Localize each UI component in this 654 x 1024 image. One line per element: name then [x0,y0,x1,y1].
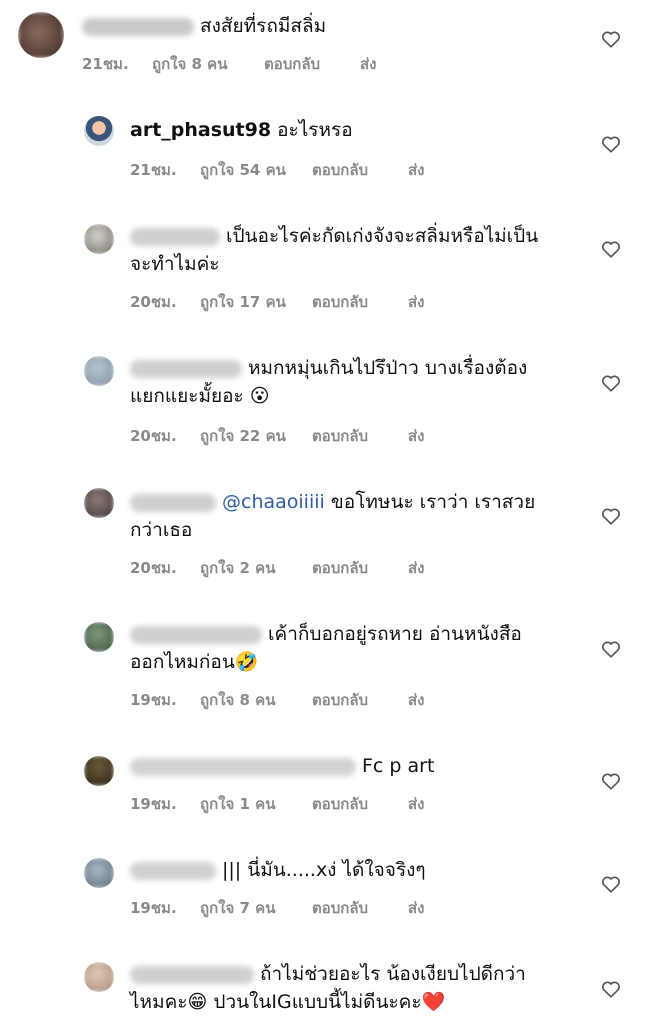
timestamp: 19ชม. [130,691,177,709]
username-redacted[interactable] [130,757,356,776]
like-count[interactable]: ถูกใจ 1 คน [200,792,312,816]
username-redacted[interactable] [130,965,254,984]
comment-meta: 21ชม. ถูกใจ 54 คน ตอบกลับ ส่ง [130,158,424,182]
timestamp: 20ชม. [130,293,177,311]
avatar[interactable] [84,756,114,786]
emoji: ❤️ [421,991,446,1013]
comment-text: ถ้าไม่ช่วยอะไร น้องเงียบไปดีกว่า ไหมคะ😁 … [130,963,526,1013]
username-redacted[interactable] [130,861,216,880]
comment-text: @chaaoiiiii ขอโทษนะ เราว่า เราสวย กว่าเธอ [130,491,536,541]
avatar[interactable] [84,116,114,146]
reply-button[interactable]: ตอบกลับ [312,556,408,580]
like-count[interactable]: ถูกใจ 17 คน [200,290,312,314]
avatar[interactable] [18,12,64,58]
timestamp: 19ชม. [130,795,177,813]
heart-icon[interactable] [600,28,622,50]
comment-text: หมกหมุ่นเกินไปรึป่าว บางเรื่องต้อง แยกแย… [130,357,528,407]
username[interactable]: art_phasut98 [130,119,271,141]
reply-button[interactable]: ตอบกลับ [312,896,408,920]
heart-icon[interactable] [600,770,622,792]
comment-meta: 19ชม. ถูกใจ 1 คน ตอบกลับ ส่ง [130,792,424,816]
comment-text: เค้าก็บอกอยู่รถหาย อ่านหนังสือ ออกไหมก่อ… [130,623,522,673]
like-count[interactable]: ถูกใจ 2 คน [200,556,312,580]
reply-button[interactable]: ตอบกลับ [312,792,408,816]
comment-text: เป็นอะไรค่ะกัดเก่งจังจะสลิ่มหรือไม่เป็น … [130,225,539,275]
avatar[interactable] [84,858,114,888]
send-button[interactable]: ส่ง [408,896,424,920]
reply-button[interactable]: ตอบกลับ [312,688,408,712]
like-count[interactable]: ถูกใจ 54 คน [200,158,312,182]
heart-icon[interactable] [600,133,622,155]
avatar[interactable] [84,356,114,386]
like-count[interactable]: ถูกใจ 22 คน [200,424,312,448]
comment-text: Fc p art [130,752,600,780]
comment-meta: 21ชม. ถูกใจ 8 คน ตอบกลับ ส่ง [82,52,376,76]
comment-meta: 19ชม. ถูกใจ 8 คน ตอบกลับ ส่ง [130,688,424,712]
send-button[interactable]: ส่ง [408,556,424,580]
username-redacted[interactable] [82,17,194,36]
comment-meta: 20ชม. ถูกใจ 22 คน ตอบกลับ ส่ง [130,424,424,448]
send-button[interactable]: ส่ง [408,290,424,314]
heart-icon[interactable] [600,978,622,1000]
send-button[interactable]: ส่ง [408,792,424,816]
reply-button[interactable]: ตอบกลับ [312,158,408,182]
avatar[interactable] [84,488,114,518]
timestamp: 20ชม. [130,559,177,577]
username-redacted[interactable] [130,625,262,644]
heart-icon[interactable] [600,873,622,895]
like-count[interactable]: ถูกใจ 7 คน [200,896,312,920]
like-count[interactable]: ถูกใจ 8 คน [200,688,312,712]
send-button[interactable]: ส่ง [408,424,424,448]
heart-icon[interactable] [600,505,622,527]
heart-icon[interactable] [600,372,622,394]
comment-text: art_phasut98 อะไรหรอ [130,119,353,141]
emoji: 😮 [249,385,270,407]
username-redacted[interactable] [130,493,216,512]
reply-button[interactable]: ตอบกลับ [312,424,408,448]
reply-button[interactable]: ตอบกลับ [264,52,360,76]
avatar[interactable] [84,962,114,992]
username-redacted[interactable] [130,227,220,246]
timestamp: 19ชม. [130,899,177,917]
emoji: 😁 [187,991,208,1013]
heart-icon[interactable] [600,238,622,260]
comment-meta: 19ชม. ถูกใจ 7 คน ตอบกลับ ส่ง [130,896,424,920]
send-button[interactable]: ส่ง [360,52,376,76]
send-button[interactable]: ส่ง [408,158,424,182]
reply-button[interactable]: ตอบกลับ [312,290,408,314]
comment-text: ||| นี่มัน.....xง่ ได้ใจจริงๆ [130,856,600,884]
avatar[interactable] [84,224,114,254]
comment-meta: 20ชม. ถูกใจ 17 คน ตอบกลับ ส่ง [130,290,424,314]
comment-meta: 20ชม. ถูกใจ 2 คน ตอบกลับ ส่ง [130,556,424,580]
comment-text: สงสัยที่รถมีสลิ่ม [82,12,562,40]
username-redacted[interactable] [130,359,242,378]
mention-link[interactable]: @chaaoiiiii [222,491,325,513]
heart-icon[interactable] [600,638,622,660]
timestamp: 21ชม. [130,161,177,179]
avatar[interactable] [84,622,114,652]
send-button[interactable]: ส่ง [408,688,424,712]
timestamp: 21ชม. [82,55,129,73]
emoji: 🤣 [234,651,259,673]
like-count[interactable]: ถูกใจ 8 คน [152,52,264,76]
timestamp: 20ชม. [130,427,177,445]
